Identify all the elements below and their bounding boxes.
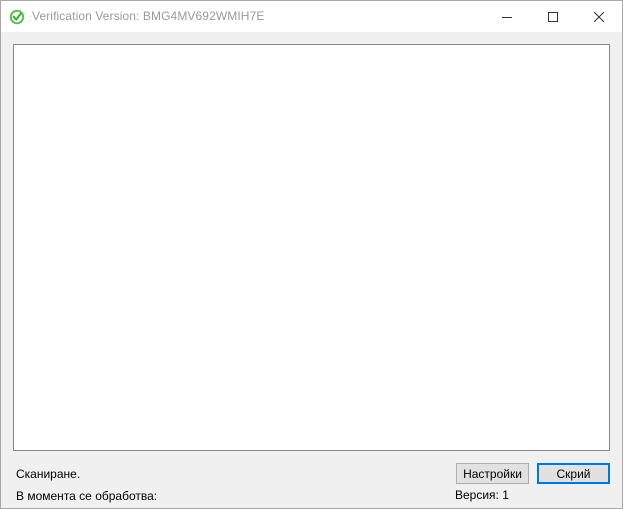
minimize-icon: [502, 12, 512, 22]
check-shield-icon: [9, 9, 25, 25]
version-label: Версия: 1: [455, 488, 509, 502]
maximize-button[interactable]: [530, 1, 576, 32]
hide-button[interactable]: Скрий: [537, 463, 610, 484]
maximize-icon: [548, 11, 558, 22]
settings-button[interactable]: Настройки: [456, 463, 529, 484]
scan-status-label: Сканиране.: [16, 467, 81, 481]
close-button[interactable]: [576, 1, 622, 32]
main-window: Verification Version: BMG4MV692WMIH7E Ск…: [0, 0, 623, 509]
processing-label: В момента се обработва:: [16, 489, 158, 503]
log-panel[interactable]: [13, 44, 610, 451]
close-icon: [594, 11, 604, 22]
window-title: Verification Version: BMG4MV692WMIH7E: [32, 9, 265, 23]
minimize-button[interactable]: [484, 1, 530, 32]
title-bar[interactable]: Verification Version: BMG4MV692WMIH7E: [1, 1, 622, 32]
